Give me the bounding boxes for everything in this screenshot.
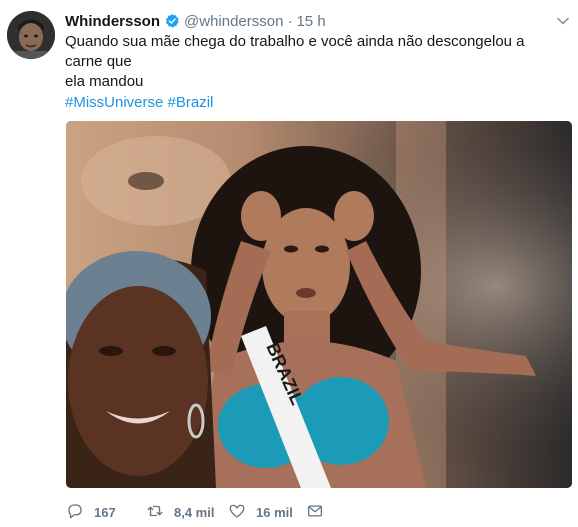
retweet-button[interactable]: 8,4 mil [146, 502, 228, 523]
tweet-text-line: Quando sua mãe chega do trabalho e você … [65, 33, 525, 70]
verified-badge-icon [164, 13, 180, 29]
like-button[interactable]: 16 mil [228, 502, 306, 523]
tweet-text: Quando sua mãe chega do trabalho e você … [65, 32, 555, 92]
avatar[interactable] [7, 11, 55, 59]
reply-icon [66, 502, 84, 523]
hashtag-row: #MissUniverse #Brazil [65, 93, 213, 113]
author-name[interactable]: Whindersson [65, 13, 160, 30]
hashtag-link[interactable]: #MissUniverse [65, 94, 163, 111]
retweet-count: 8,4 mil [174, 504, 215, 520]
direct-message-button[interactable] [306, 502, 324, 523]
hashtag-link[interactable]: #Brazil [168, 94, 214, 111]
like-count: 16 mil [256, 504, 293, 520]
tweet-media-image[interactable]: BRAZIL [66, 121, 572, 488]
message-icon [306, 502, 324, 523]
tweet-header: Whindersson @whindersson · 15 h [65, 11, 326, 31]
like-icon [228, 502, 246, 523]
reply-button[interactable]: 167 [66, 502, 146, 523]
tweet-text-line: ela mandou [65, 73, 144, 90]
header-separator: · [287, 12, 293, 30]
author-handle[interactable]: @whindersson [184, 13, 283, 30]
tweet-actions: 167 8,4 mil 16 mil [66, 500, 324, 524]
reply-count: 167 [94, 504, 116, 520]
tweet-timestamp[interactable]: 15 h [296, 13, 325, 30]
caret-down-icon[interactable] [556, 14, 570, 28]
retweet-icon [146, 502, 164, 523]
tweet-card[interactable]: Whindersson @whindersson · 15 h Quando s… [0, 0, 578, 527]
